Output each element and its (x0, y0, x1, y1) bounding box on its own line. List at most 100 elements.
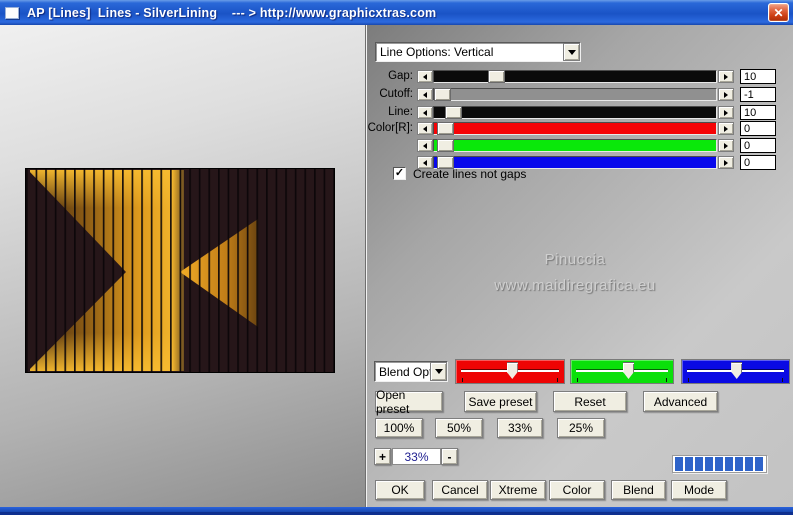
color-g-value-input[interactable] (740, 138, 776, 153)
arrow-left-icon (423, 125, 427, 132)
titlebar[interactable]: AP [Lines] Lines - SilverLining --- > ht… (0, 0, 793, 25)
arrow-left-icon (423, 109, 427, 116)
gap-slider-track[interactable] (433, 70, 717, 83)
check-icon: ✓ (394, 167, 405, 179)
arrow-left-icon (423, 91, 427, 98)
blend-options-dropdown-button[interactable] (430, 362, 447, 381)
slider-groove (576, 370, 668, 372)
gap-decrement-button[interactable] (417, 70, 433, 83)
color-r-label: Color[R]: (367, 122, 413, 134)
cutoff-value-input[interactable] (740, 87, 776, 102)
mode-button[interactable]: Mode (671, 480, 727, 500)
line-increment-button[interactable] (718, 106, 734, 119)
chevron-down-icon (567, 49, 576, 55)
watermark-line1: Pinuccia (544, 251, 606, 268)
line-decrement-button[interactable] (417, 106, 433, 119)
blend-options-value: Blend Opti (379, 364, 430, 379)
arrow-right-icon (724, 73, 728, 80)
advanced-button[interactable]: Advanced (643, 391, 718, 412)
tick-mark (688, 378, 689, 382)
save-preset-button[interactable]: Save preset (464, 391, 537, 412)
blue-blend-slider-thumb[interactable] (731, 362, 743, 379)
tick-mark (462, 378, 463, 382)
progress-segment (695, 457, 703, 471)
arrow-right-icon (724, 125, 728, 132)
zoom-33-button[interactable]: 33% (497, 418, 543, 438)
color-g-slider-track[interactable] (433, 139, 717, 152)
cutoff-decrement-button[interactable] (417, 88, 433, 101)
color-g-increment-button[interactable] (718, 139, 734, 152)
watermark: Pinuccia www.maidiregrafica.eu (450, 247, 700, 299)
reset-button[interactable]: Reset (553, 391, 627, 412)
zoom-25-button[interactable]: 25% (557, 418, 605, 438)
cutoff-slider-track[interactable] (433, 88, 717, 101)
plugin-window: AP [Lines] Lines - SilverLining --- > ht… (0, 0, 793, 515)
zoom-50-button[interactable]: 50% (435, 418, 483, 438)
line-slider-thumb[interactable] (445, 106, 463, 119)
color-r-increment-button[interactable] (718, 122, 734, 135)
arrow-right-icon (724, 91, 728, 98)
zoom-level-display: 33% (392, 448, 441, 465)
line-options-value: Line Options: Vertical (380, 45, 494, 59)
blend-options-dropdown[interactable]: Blend Opti (374, 361, 448, 382)
line-options-dropdown[interactable]: Line Options: Vertical (375, 42, 581, 62)
tick-mark (577, 378, 578, 382)
green-blend-slider[interactable] (570, 359, 674, 384)
cutoff-slider-thumb[interactable] (434, 88, 451, 101)
arrow-left-icon (423, 73, 427, 80)
line-value-input[interactable] (740, 105, 776, 120)
app-icon (5, 6, 19, 19)
progress-segment (675, 457, 683, 471)
progress-segment (745, 457, 753, 471)
gap-slider-thumb[interactable] (487, 70, 505, 83)
progress-segment (725, 457, 733, 471)
progress-segment (755, 457, 763, 471)
cutoff-label: Cutoff: (379, 88, 413, 100)
create-lines-checkbox-label: Create lines not gaps (413, 167, 527, 181)
xtreme-button[interactable]: Xtreme (490, 480, 546, 500)
progress-bar (672, 455, 767, 473)
blue-blend-slider[interactable] (681, 359, 790, 384)
arrow-left-icon (423, 142, 427, 149)
gap-value-input[interactable] (740, 69, 776, 84)
chevron-down-icon (434, 369, 443, 374)
open-preset-button[interactable]: Open preset (375, 388, 443, 416)
gap-increment-button[interactable] (718, 70, 734, 83)
color-r-decrement-button[interactable] (417, 122, 433, 135)
close-button[interactable]: ✕ (768, 3, 789, 22)
color-r-slider-thumb[interactable] (436, 122, 454, 135)
gap-label: Gap: (388, 70, 413, 82)
cutoff-increment-button[interactable] (718, 88, 734, 101)
tick-mark (782, 378, 783, 382)
blend-button[interactable]: Blend (611, 480, 666, 500)
color-r-value-input[interactable] (740, 121, 776, 136)
color-b-value-input[interactable] (740, 155, 776, 170)
line-slider-track[interactable] (433, 106, 717, 119)
arrow-right-icon (724, 159, 728, 166)
arrow-left-icon (423, 159, 427, 166)
progress-segment (685, 457, 693, 471)
ok-button[interactable]: OK (375, 480, 425, 500)
color-g-decrement-button[interactable] (417, 139, 433, 152)
progress-segment (715, 457, 723, 471)
effect-preview-image (25, 168, 335, 373)
line-label: Line: (388, 106, 413, 118)
zoom-out-button[interactable]: - (441, 448, 458, 465)
color-r-slider-track[interactable] (433, 122, 717, 135)
create-lines-checkbox[interactable]: ✓ (393, 167, 406, 180)
tick-mark (557, 378, 558, 382)
red-blend-slider-thumb[interactable] (506, 362, 518, 379)
zoom-in-button[interactable]: + (374, 448, 391, 465)
color-g-slider-thumb[interactable] (436, 139, 454, 152)
arrow-right-icon (724, 142, 728, 149)
zoom-100-button[interactable]: 100% (375, 418, 423, 438)
red-blend-slider[interactable] (455, 359, 565, 384)
cancel-button[interactable]: Cancel (432, 480, 488, 500)
line-options-dropdown-button[interactable] (563, 43, 580, 61)
color-b-increment-button[interactable] (718, 156, 734, 169)
green-blend-slider-thumb[interactable] (623, 362, 635, 379)
progress-segment (705, 457, 713, 471)
arrow-right-icon (724, 109, 728, 116)
color-button[interactable]: Color (549, 480, 605, 500)
watermark-line2: www.maidiregrafica.eu (494, 277, 656, 294)
